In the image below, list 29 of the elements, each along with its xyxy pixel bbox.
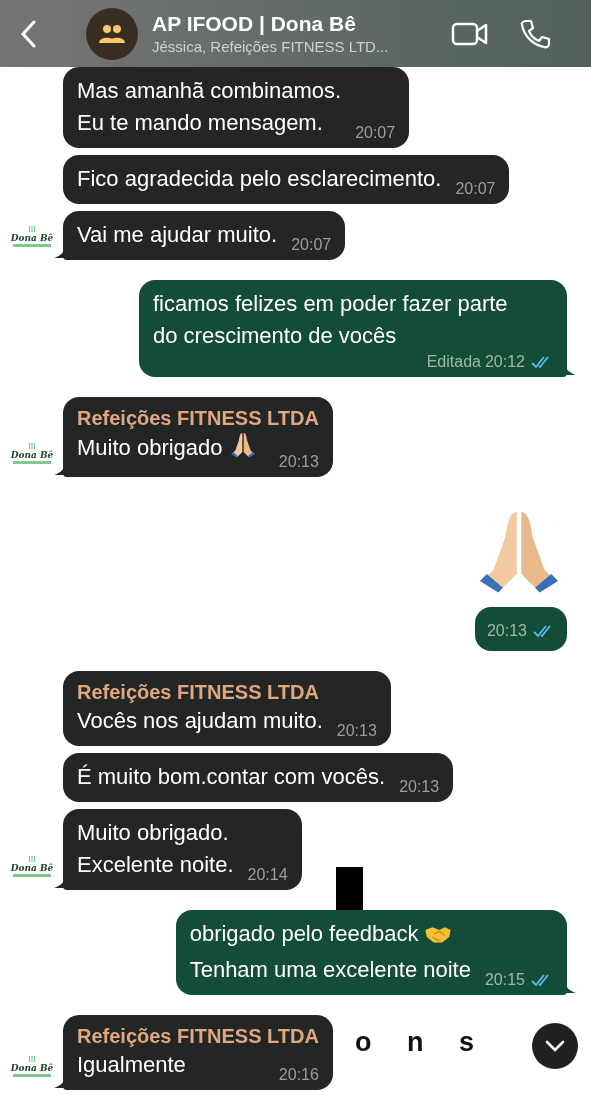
message-text: Tenham uma excelente noite <box>189 957 471 982</box>
message-time: 20:07 <box>355 123 396 143</box>
message-text: ficamos felizes em poder fazer parte do crescimento de vocês <box>153 291 508 348</box>
message-text: Fico agradecida pelo esclarecimento. <box>77 166 442 191</box>
message-time: 20:07 <box>291 235 332 255</box>
message-time: 20:13 <box>486 621 527 641</box>
message-time: 20:15 <box>484 970 525 990</box>
message-text: É muito bom.contar com vocês. <box>77 764 386 789</box>
chat-members[interactable]: Jéssica, Refeições FITNESS LTD... <box>152 36 421 57</box>
message-time: 20:14 <box>247 865 288 885</box>
message-text: Muito obrigado. Excelente noite. <box>77 820 234 877</box>
wallpaper-text: o n s <box>355 1027 488 1058</box>
sender-name: Refeições FITNESS LTDA <box>77 1024 319 1049</box>
message-text: Mas amanhã combinamos. Eu te mando mensagem. <box>77 78 342 135</box>
sender-name: Refeições FITNESS LTDA <box>77 406 319 431</box>
sender-name: Refeições FITNESS LTDA <box>77 680 320 705</box>
message-text: obrigado pelo feedback <box>189 921 419 946</box>
message-text: Vai me ajudar muito. <box>77 222 278 247</box>
message-text: Vocês nos ajudam muito. <box>77 708 323 733</box>
message-time: 20:07 <box>455 179 496 199</box>
message-text: Muito obrigado <box>77 435 223 460</box>
message-text: Igualmente <box>77 1052 186 1077</box>
edited-label: Editada <box>426 352 481 372</box>
message-time: 20:13 <box>399 777 440 797</box>
message-time: 20:12 <box>484 352 525 372</box>
message-time: 20:13 <box>336 721 377 741</box>
message-time: 20:13 <box>278 452 319 472</box>
chat-title[interactable]: AP IFOOD | Dona Bê <box>152 10 421 37</box>
message-time: 20:16 <box>278 1065 319 1085</box>
